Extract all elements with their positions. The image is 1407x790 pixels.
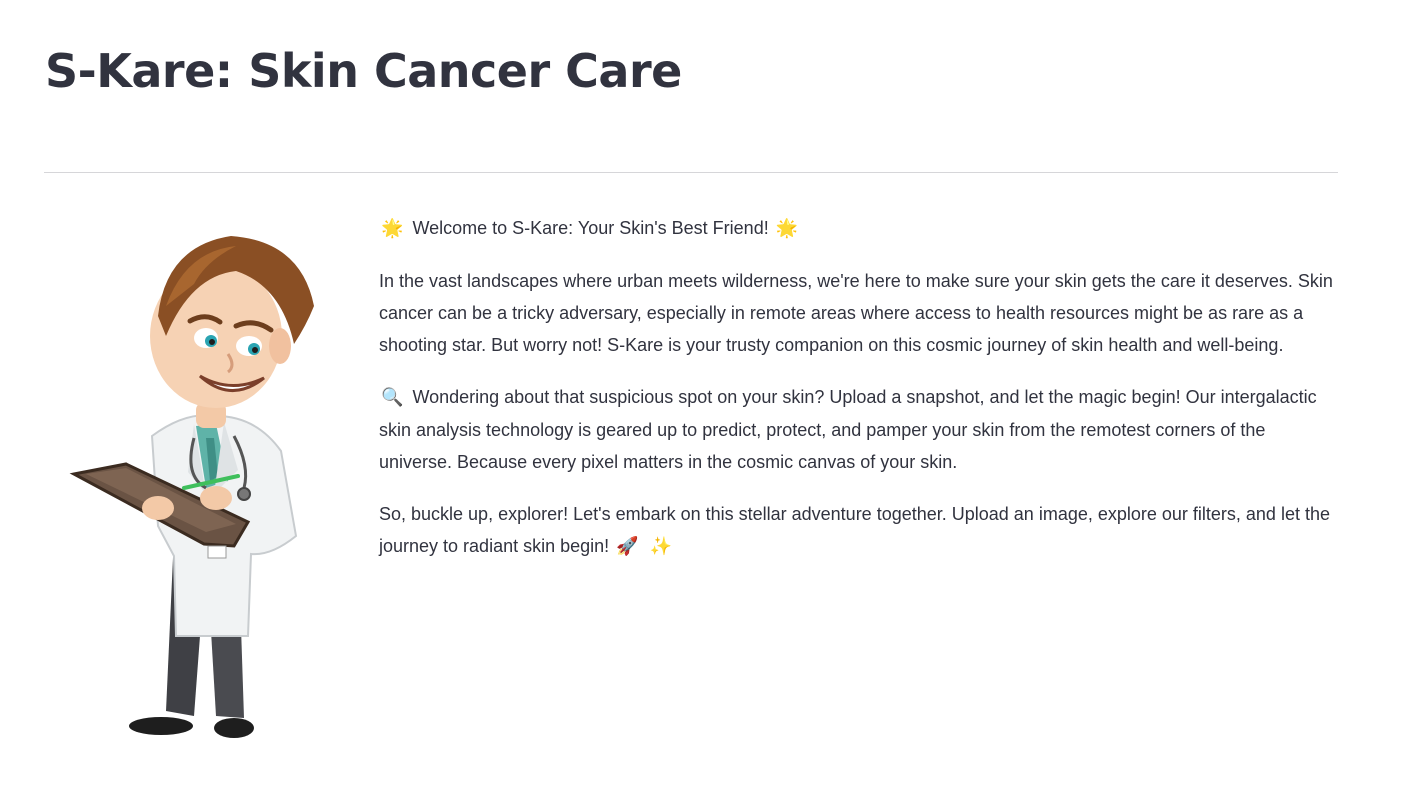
welcome-line: 🌟 Welcome to S-Kare: Your Skin's Best Fr… xyxy=(379,212,1341,245)
welcome-text: Welcome to S-Kare: Your Skin's Best Frie… xyxy=(412,218,769,238)
page-title: S-Kare: Skin Cancer Care xyxy=(45,44,682,98)
intro-paragraph-3-text: So, buckle up, explorer! Let's embark on… xyxy=(379,504,1330,556)
intro-paragraph-2: 🔍 Wondering about that suspicious spot o… xyxy=(379,381,1341,478)
rocket-icon: 🚀 xyxy=(616,536,639,557)
intro-content: 🌟 Welcome to S-Kare: Your Skin's Best Fr… xyxy=(379,212,1341,583)
sun-icon: 🌟 xyxy=(775,218,799,239)
sparkles-icon: ✨ xyxy=(649,536,673,557)
divider xyxy=(44,172,1338,173)
intro-paragraph-2-text: Wondering about that suspicious spot on … xyxy=(379,387,1317,472)
magnifying-glass-icon: 🔍 xyxy=(381,387,404,408)
sun-icon: 🌟 xyxy=(381,218,404,239)
doctor-with-clipboard-illustration xyxy=(69,236,314,738)
intro-paragraph-3: So, buckle up, explorer! Let's embark on… xyxy=(379,498,1341,563)
intro-paragraph-1: In the vast landscapes where urban meets… xyxy=(379,271,1333,355)
